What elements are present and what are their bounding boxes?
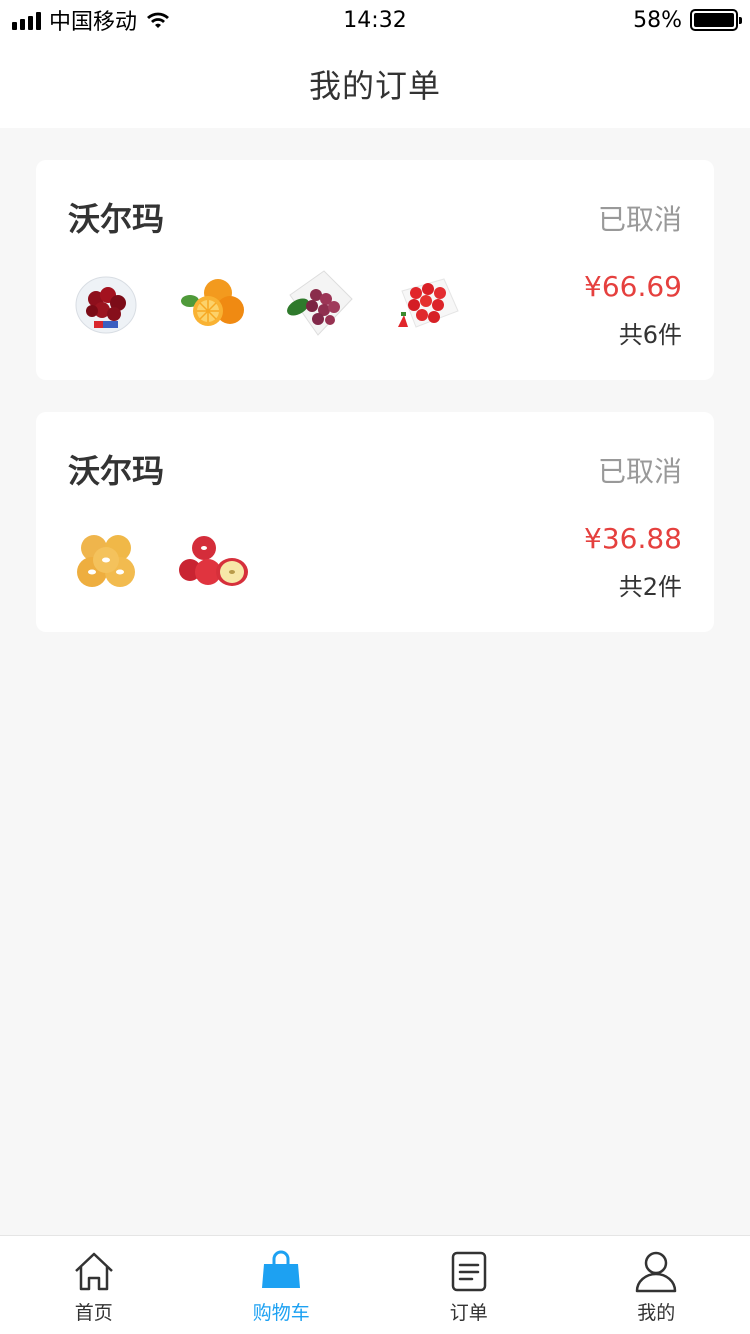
store-name: 沃尔玛 (68, 452, 165, 490)
tab-profile-label: 我的 (637, 1302, 676, 1324)
home-icon (74, 1252, 113, 1291)
signal-icon (12, 10, 41, 30)
nav-bar: 我的订单 (0, 40, 750, 128)
tab-orders[interactable]: 订单 (375, 1236, 563, 1334)
status-bar: 中国移动 14:32 58% (0, 0, 750, 40)
tab-cart[interactable]: 购物车 (188, 1236, 376, 1334)
product-thumbnails (68, 522, 250, 598)
cherry-icon (75, 276, 137, 334)
order-price: ¥66.69 (584, 270, 682, 303)
tab-cart-label: 购物车 (252, 1302, 310, 1324)
orange-icon (181, 279, 244, 326)
store-name: 沃尔玛 (68, 200, 165, 238)
tab-home[interactable]: 首页 (0, 1236, 188, 1334)
user-icon (636, 1251, 677, 1293)
battery-percent: 58% (633, 7, 682, 33)
tab-profile[interactable]: 我的 (563, 1236, 750, 1334)
order-status: 已取消 (597, 203, 682, 236)
status-time: 14:32 (343, 7, 407, 33)
grape-icon (287, 270, 353, 336)
order-card[interactable]: 沃尔玛 已取消 ¥36.88 共2件 (36, 412, 714, 632)
tab-home-label: 首页 (74, 1302, 113, 1324)
item-count: 共2件 (618, 573, 682, 601)
product-thumbnails (68, 265, 462, 341)
shopping-bag-icon (262, 1250, 301, 1288)
carrier-label: 中国移动 (49, 10, 138, 35)
tab-orders-label: 订单 (449, 1302, 488, 1324)
strawberry-icon (398, 278, 459, 328)
order-price: ¥36.88 (584, 522, 682, 555)
tab-bar: 首页 购物车 订单 我的 (0, 1235, 750, 1334)
order-status: 已取消 (597, 455, 682, 488)
item-count: 共6件 (618, 321, 682, 349)
order-list-icon (451, 1251, 486, 1292)
apple-icon (179, 536, 248, 586)
order-card[interactable]: 沃尔玛 已取消 ¥66.69 共6件 (36, 160, 714, 380)
status-left: 中国移动 (12, 4, 262, 36)
wifi-icon (147, 12, 170, 28)
status-right: 58% (488, 7, 742, 33)
pear-icon (77, 535, 135, 587)
battery-icon (690, 9, 742, 31)
page-title: 我的订单 (308, 67, 441, 105)
